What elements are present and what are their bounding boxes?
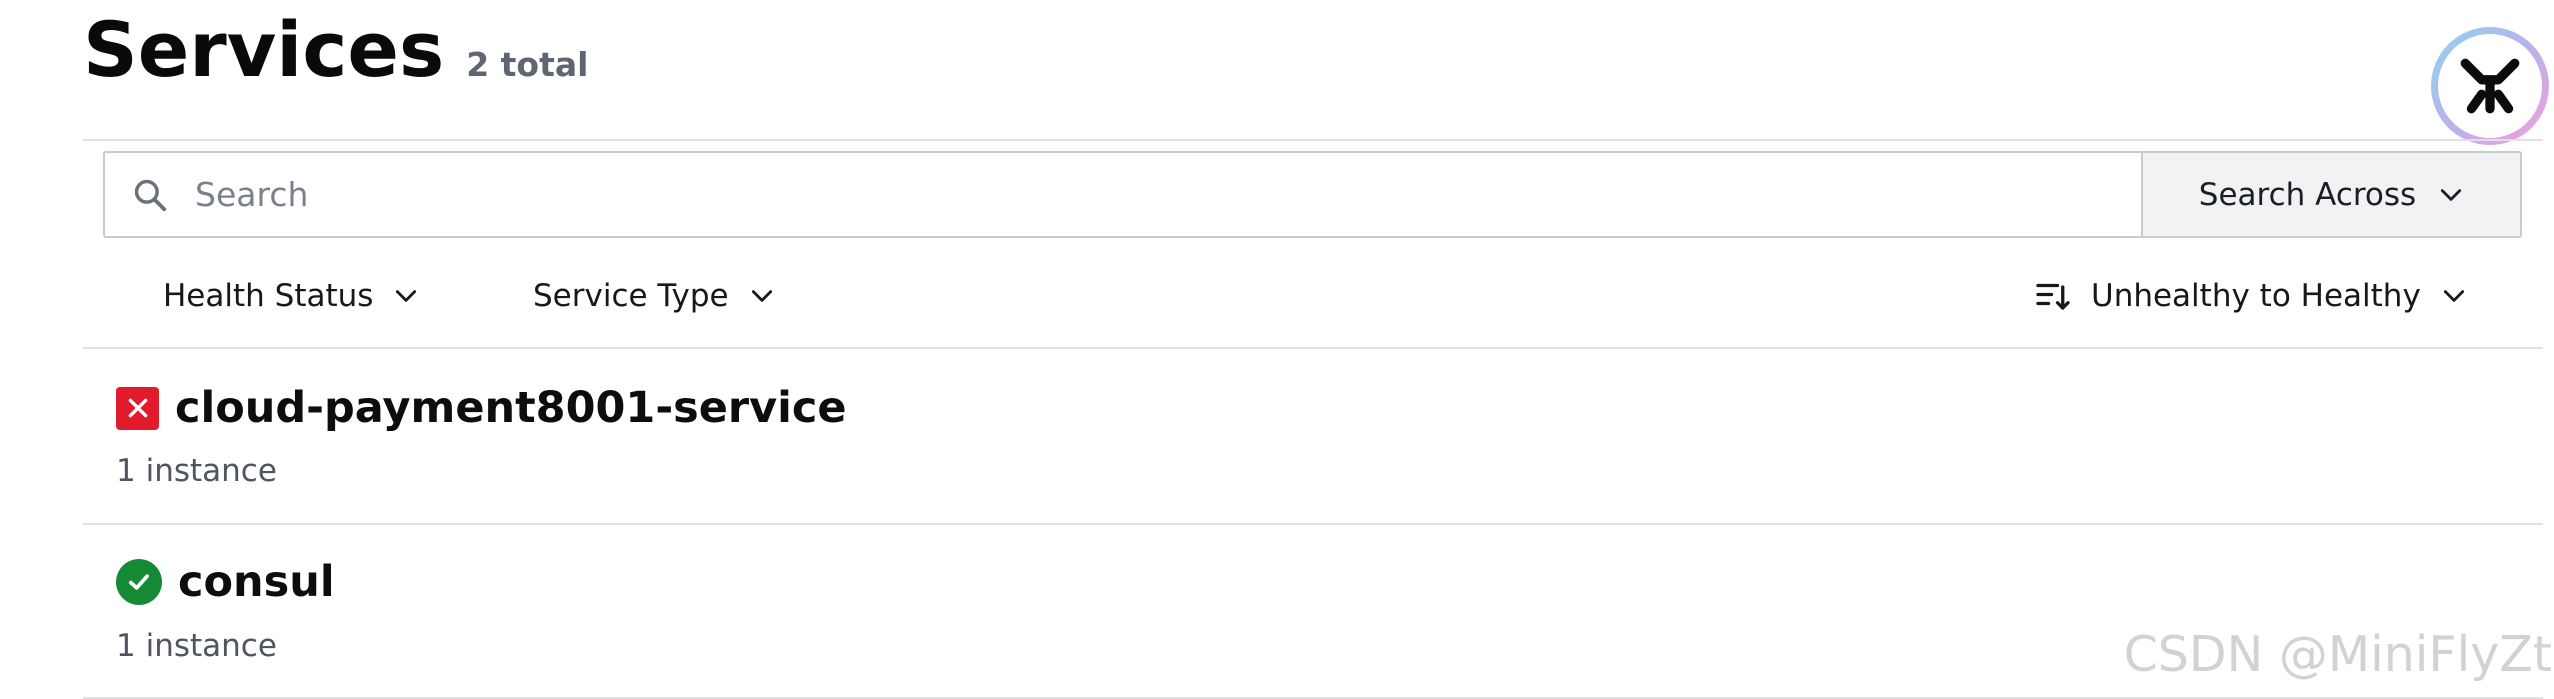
page-header: Services 2 total bbox=[83, 0, 588, 100]
chevron-down-icon bbox=[2441, 188, 2462, 201]
search-across-dropdown[interactable]: Search Across bbox=[2141, 153, 2520, 236]
watermark-text: CSDN @MiniFlyZt bbox=[2123, 626, 2552, 683]
sort-label: Unhealthy to Healthy bbox=[2091, 278, 2421, 314]
search-icon bbox=[105, 153, 195, 236]
logo-inner bbox=[2438, 34, 2542, 138]
search-input[interactable] bbox=[195, 153, 2141, 236]
search-bar: Search Across bbox=[103, 151, 2522, 238]
service-count: 2 total bbox=[466, 45, 589, 84]
service-list-item[interactable]: cloud-payment8001-service 1 instance bbox=[83, 349, 2543, 523]
service-title-line: consul bbox=[116, 557, 335, 607]
check-circle-icon bbox=[116, 559, 162, 605]
health-status-label: Health Status bbox=[163, 278, 374, 314]
chevron-down-icon bbox=[396, 290, 417, 302]
chevron-down-icon bbox=[751, 290, 772, 302]
service-name-link[interactable]: consul bbox=[178, 557, 335, 607]
service-title-line: cloud-payment8001-service bbox=[116, 383, 847, 433]
filter-bar: Health Status Service Type Unhealthy to … bbox=[0, 260, 2554, 332]
service-name-link[interactable]: cloud-payment8001-service bbox=[175, 383, 847, 433]
service-type-filter[interactable]: Service Type bbox=[533, 260, 775, 332]
service-instance-count: 1 instance bbox=[116, 628, 277, 664]
logo-badge[interactable] bbox=[2431, 27, 2549, 145]
logo-icon bbox=[2460, 58, 2520, 114]
health-status-filter[interactable]: Health Status bbox=[163, 260, 419, 332]
page-title: Services bbox=[83, 5, 445, 94]
search-across-label: Search Across bbox=[2198, 176, 2417, 213]
service-instance-count: 1 instance bbox=[116, 453, 277, 489]
chevron-down-icon bbox=[2443, 290, 2464, 302]
sort-dropdown[interactable]: Unhealthy to Healthy bbox=[2035, 260, 2467, 332]
header-divider bbox=[83, 139, 2543, 141]
sort-icon bbox=[2036, 283, 2070, 310]
x-square-icon bbox=[116, 386, 159, 430]
service-type-label: Service Type bbox=[533, 278, 729, 314]
